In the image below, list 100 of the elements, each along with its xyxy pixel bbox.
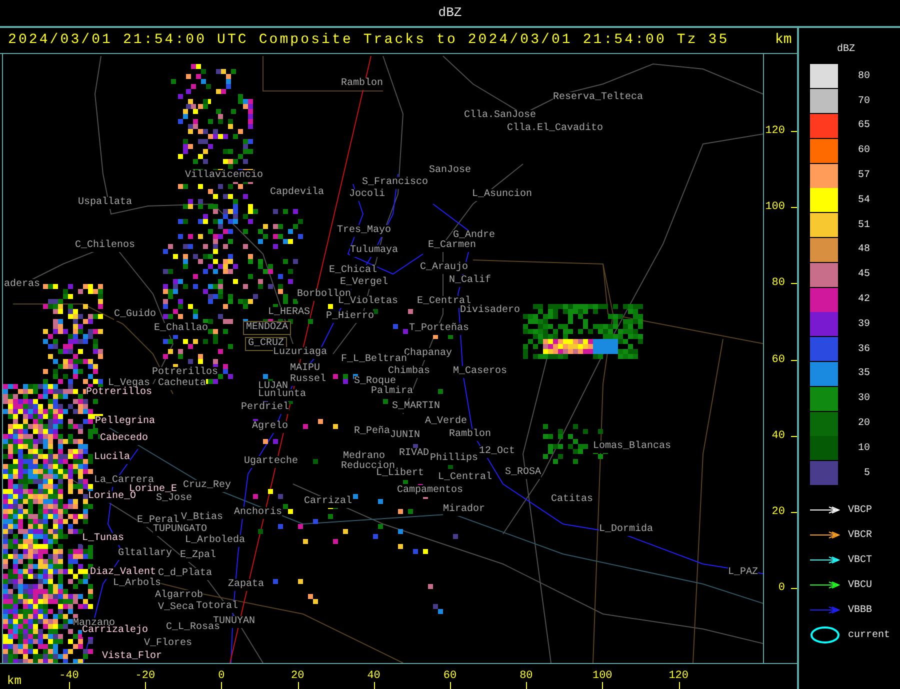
place-label: Uspallata xyxy=(78,197,132,209)
place-label: S_Francisco xyxy=(362,177,428,189)
place-label: Phillips xyxy=(430,453,478,465)
place-label: MAIPU xyxy=(290,363,320,375)
place-label: Ramblon xyxy=(449,429,492,441)
window-title: dBZ xyxy=(438,4,462,22)
place-label: Chimbas xyxy=(388,366,430,378)
axis-tick-label: 0 xyxy=(218,670,225,682)
place-label: E_Zpal xyxy=(180,550,216,562)
place-label: Ramblon xyxy=(341,78,384,90)
legend-value: 54 xyxy=(856,194,870,208)
place-label: Cruz_Rey xyxy=(183,480,232,492)
legend-value: 57 xyxy=(856,169,870,184)
place-label: Lunlunta xyxy=(258,389,306,401)
place-label: Russel xyxy=(290,374,326,386)
place-label: C_d_Plata xyxy=(158,568,212,580)
axis-tick xyxy=(678,682,680,689)
legend-value: 39 xyxy=(856,318,870,332)
place-label: L_Arboleda xyxy=(185,535,246,547)
place-label: Carrizalejo xyxy=(82,625,148,637)
place-label: C_Guido xyxy=(114,309,156,321)
legend-value: 5 xyxy=(862,466,870,481)
legend-label: current xyxy=(848,628,890,643)
legend-title: dBZ xyxy=(837,44,856,55)
place-label: E_Vergel xyxy=(340,277,388,289)
place-label: S_MARTIN xyxy=(392,401,440,413)
place-label: M_Caseros xyxy=(453,366,508,378)
header-caption: 2024/03/01 21:54:00 UTC Composite Tracks to 2024/03/01 21:54:00 Tz 35 xyxy=(8,31,730,50)
axis-tick-label: 120 xyxy=(765,125,785,137)
legend-value: 30 xyxy=(856,392,870,406)
axis-tick-label: 20 xyxy=(291,670,304,682)
place-label: Ugarteche xyxy=(244,456,298,468)
place-label: Diaz_Valent xyxy=(90,567,156,579)
axis-tick-label: 40 xyxy=(367,670,380,682)
place-label: Gltallary xyxy=(118,548,172,560)
place-label: Cabecedo xyxy=(100,433,148,445)
legend-label: VBCR xyxy=(848,528,872,543)
axis-unit: km xyxy=(775,31,792,50)
place-label: L_Tunas xyxy=(82,533,124,545)
place-label: 12_Oct xyxy=(479,446,516,458)
place-label: T_Porteñas xyxy=(409,323,470,335)
place-label: Cacheuta xyxy=(158,378,206,390)
axis-tick xyxy=(298,682,299,689)
place-label: Carrizal xyxy=(304,496,352,508)
place-label: S_ROSA xyxy=(505,467,542,479)
place-label: Zapata xyxy=(228,579,264,591)
axis-tick xyxy=(791,131,797,132)
axis-tick-label: 60 xyxy=(443,670,457,682)
axis-unit: km xyxy=(7,673,22,689)
place-label: Capdevila xyxy=(270,187,324,199)
place-label: L_Central xyxy=(438,472,492,484)
place-label: Pellegrina xyxy=(95,416,156,428)
axis-tick-label: 20 xyxy=(772,506,785,518)
place-label: Perdriel xyxy=(241,402,290,414)
place-label: C_Araujo xyxy=(420,262,468,274)
legend-value: 10 xyxy=(856,442,870,456)
legend-label: VBBB xyxy=(848,604,872,618)
place-label: Tulumaya xyxy=(350,245,398,257)
axis-tick-label: 40 xyxy=(772,430,785,442)
place-label: L_HERAS xyxy=(268,307,310,319)
legend-label: VBCP xyxy=(848,504,872,518)
place-label: Jocoli xyxy=(349,189,386,201)
place-label: Lorine_O xyxy=(88,491,136,503)
place-label: C_Chilenos xyxy=(75,240,136,252)
place-label: Lomas_Blancas xyxy=(593,441,672,453)
axis-tick xyxy=(374,682,375,689)
axis-tick xyxy=(69,682,70,689)
legend-value: 35 xyxy=(856,367,870,382)
legend-value: 42 xyxy=(856,293,870,308)
axis-tick-label: -40 xyxy=(59,670,79,682)
place-label: L_Libert xyxy=(376,468,424,480)
axis-tick xyxy=(221,682,222,689)
place-label: Tres_Mayo xyxy=(337,225,392,237)
place-label: MENDOZA xyxy=(243,321,292,335)
place-label: E_Carmen xyxy=(428,240,476,252)
place-label: Potrerillos xyxy=(152,367,218,379)
place-label: Campamentos xyxy=(397,485,464,497)
place-label: Algarrob xyxy=(155,590,204,602)
legend-value: 51 xyxy=(856,218,870,233)
place-label: Villavicencio xyxy=(185,170,264,182)
axis-tick xyxy=(526,682,528,689)
axis-tick xyxy=(791,512,797,513)
legend-value: 45 xyxy=(856,268,870,282)
axis-tick xyxy=(791,360,797,361)
place-label: L_Dormida xyxy=(599,524,654,536)
axis-tick xyxy=(791,436,797,437)
axis-tick xyxy=(450,682,451,689)
axis-tick-label: 80 xyxy=(520,670,533,682)
axis-tick xyxy=(145,682,146,689)
place-label: L_Asuncion xyxy=(472,189,532,201)
place-label: Totoral xyxy=(196,601,238,613)
axis-tick xyxy=(791,283,797,284)
place-label: Agrelo xyxy=(252,421,288,433)
legend-label: VBCT xyxy=(848,554,872,568)
place-label: E_Challao xyxy=(154,323,208,335)
place-label: Lucila xyxy=(94,452,130,464)
axis-tick-label: 0 xyxy=(778,582,785,594)
axis-tick-label: -20 xyxy=(135,670,156,682)
legend-label: VBCU xyxy=(848,578,872,593)
place-label: G_Andre xyxy=(453,230,496,242)
